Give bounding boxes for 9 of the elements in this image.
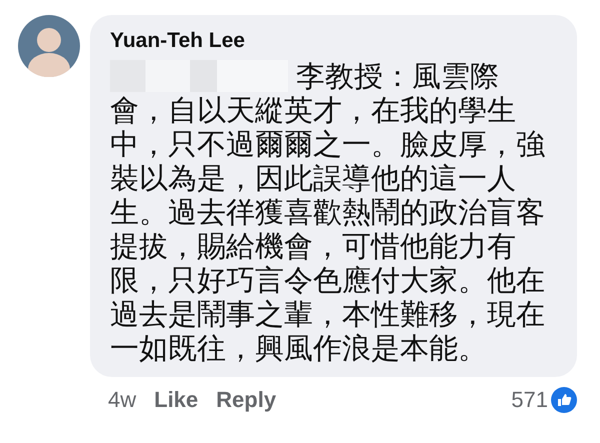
avatar-icon[interactable]: [18, 15, 80, 77]
thumbs-up-icon: [551, 387, 577, 413]
reaction-count[interactable]: 571: [511, 387, 548, 413]
comment-action-link[interactable]: Like: [154, 387, 198, 413]
author-name[interactable]: Yuan-Teh Lee: [110, 29, 561, 53]
comment-action-link[interactable]: Reply: [216, 387, 276, 413]
comment-text: 李教授：風雲際: [296, 59, 499, 93]
comment-text: 會，自以天縱英才，在我的學生 中，只不過爾爾之一。臉皮厚，強 裝以為是，因此誤導他的這一人 生。過去徉獲喜歡熱鬧的政治盲客 提拔，賜給機會，可惜他能力有 限，只好巧言令色應付大家。他在 過去是鬧事之輩，本性難移，現在 一如既往，興風作浪是本能。: [110, 93, 545, 365]
timestamp[interactable]: 4w: [108, 387, 136, 413]
